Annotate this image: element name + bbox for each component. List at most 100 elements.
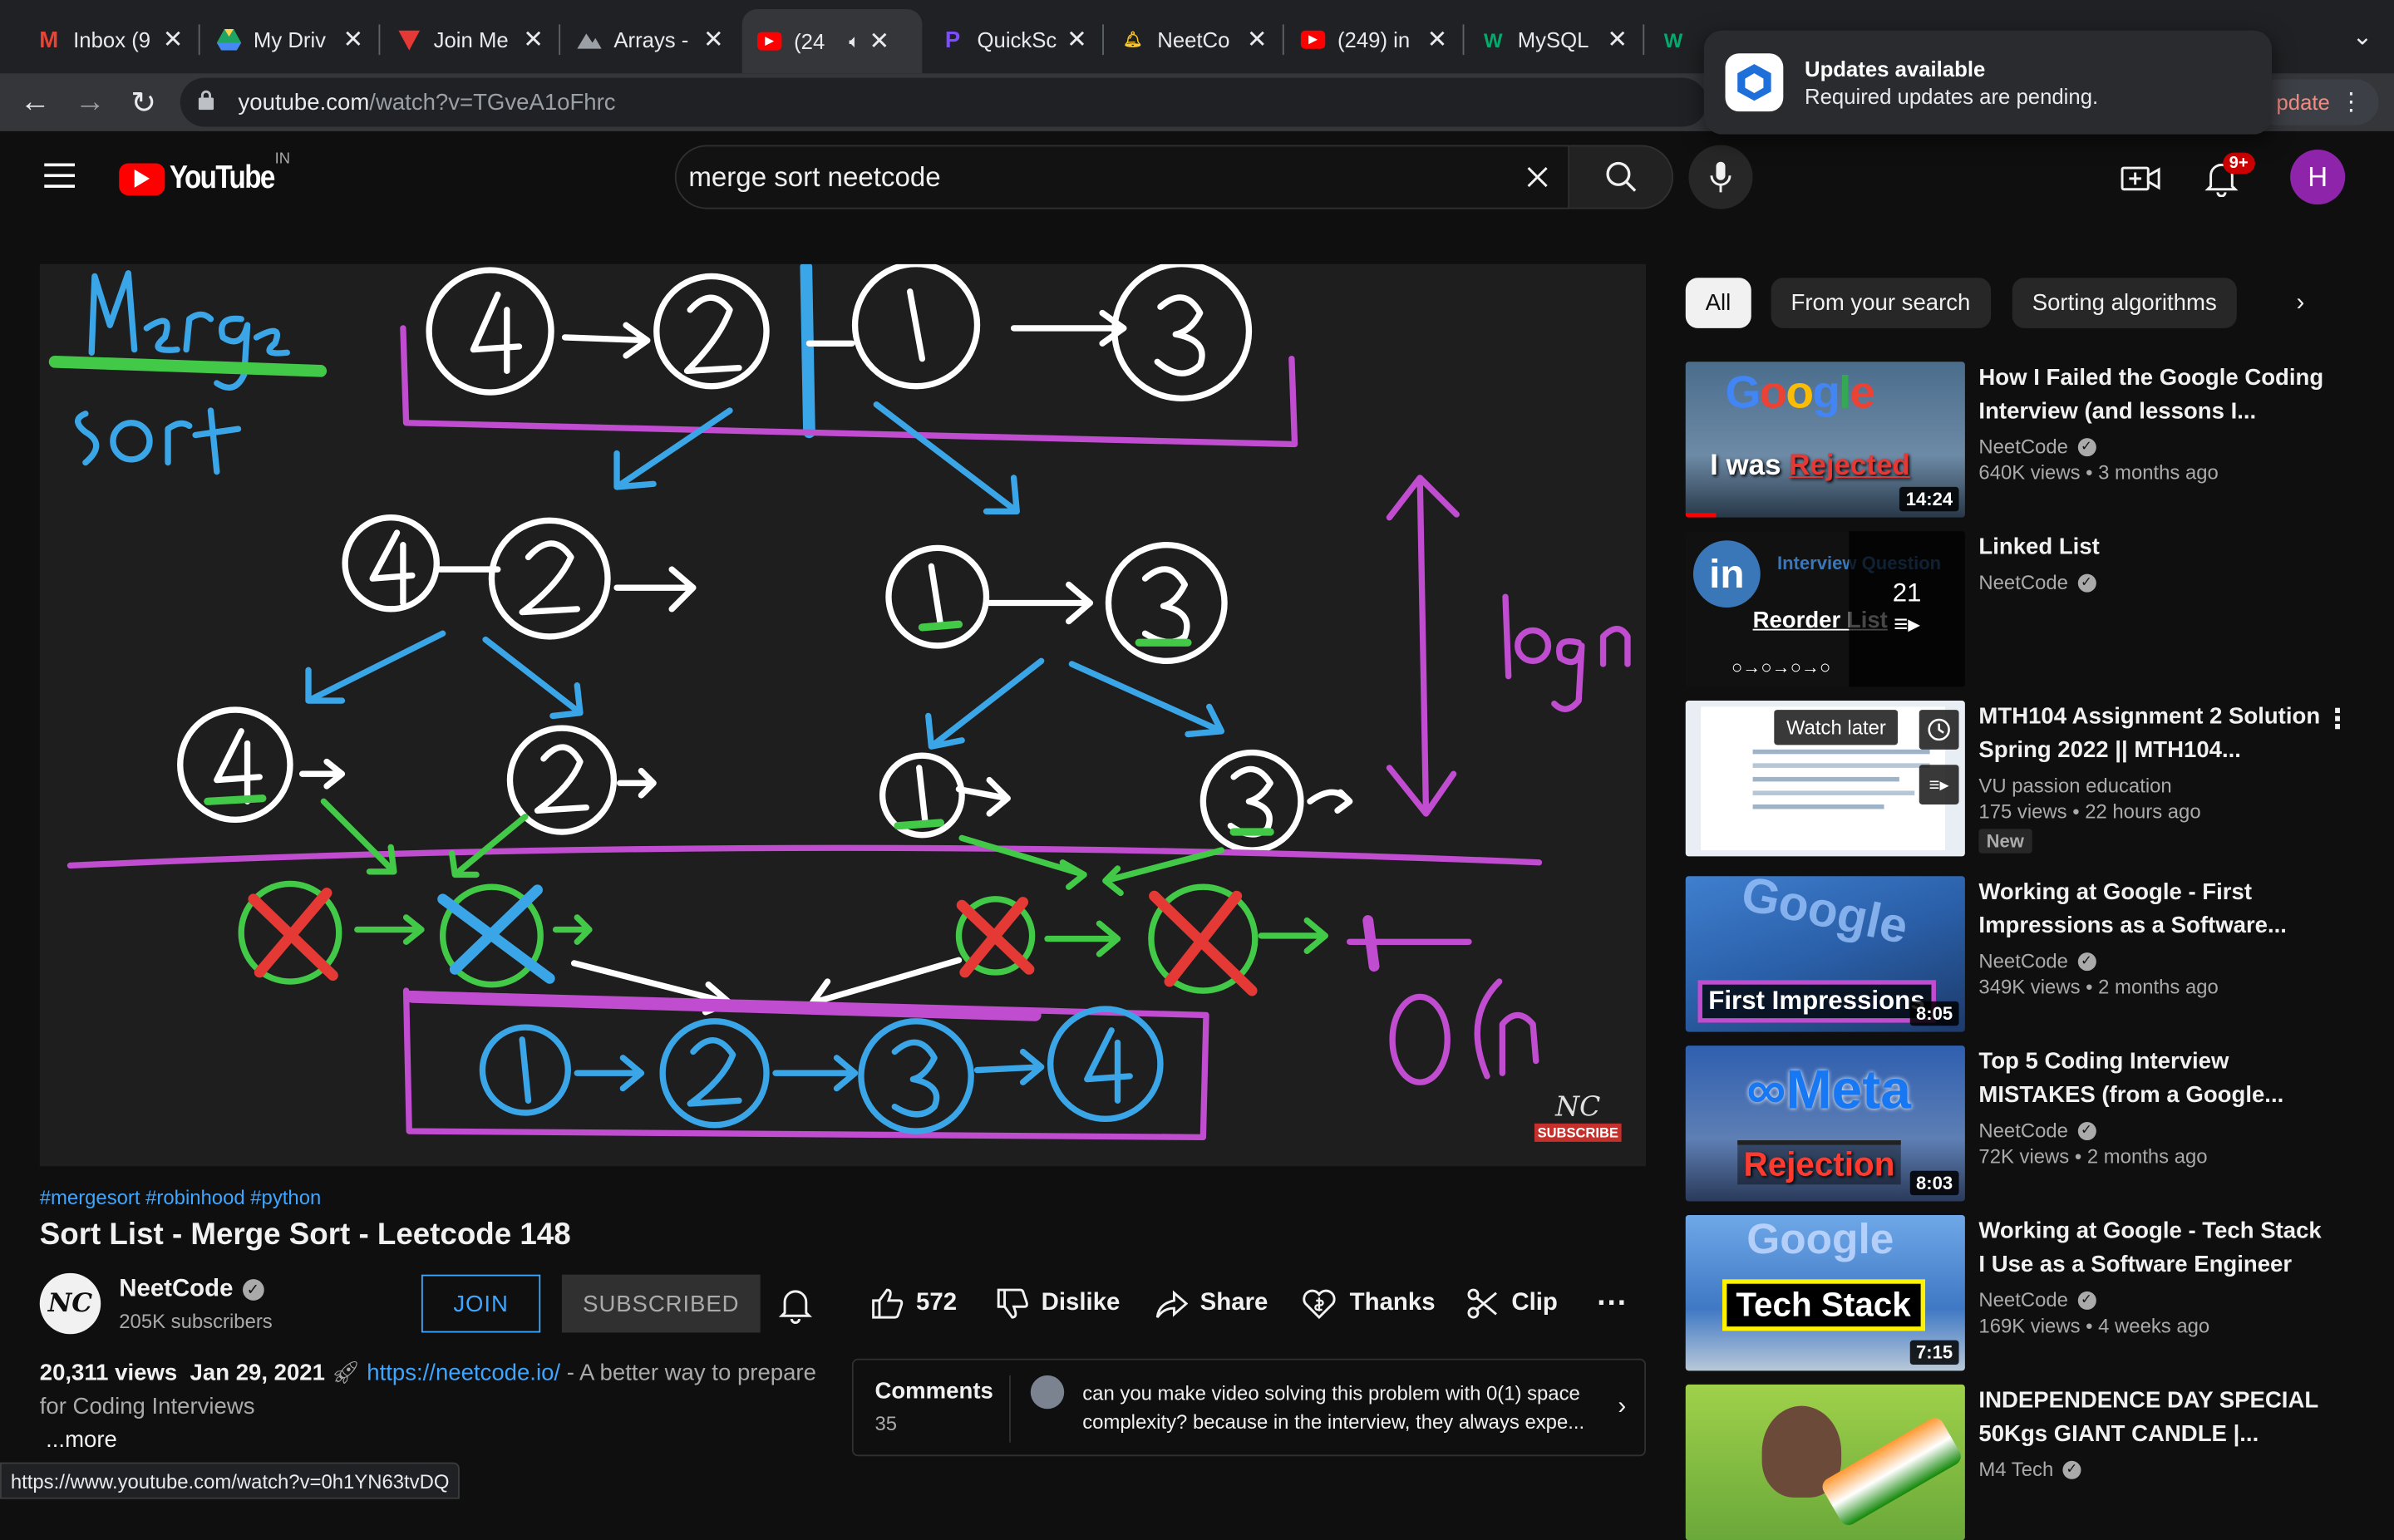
search-button[interactable] [1569, 145, 1674, 209]
close-tab-icon[interactable]: ✕ [1427, 24, 1448, 55]
video-thumbnail[interactable]: Watch later ≡▸ [1685, 701, 1965, 857]
chip-from-your-search[interactable]: From your search [1771, 278, 1991, 328]
browser-tab-gmail[interactable]: M Inbox (9 ✕ [22, 12, 199, 67]
thanks-button[interactable]: Thanks [1301, 1282, 1436, 1325]
verified-check-icon: ✓ [2076, 437, 2096, 456]
rec-meta: 72K views • 2 months ago [1978, 1144, 2208, 1169]
new-badge: New [1978, 829, 2032, 854]
search-input[interactable]: merge sort neetcode [674, 145, 1570, 209]
recommended-video[interactable]: Google Tech Stack 7:15 Working at Google… [1685, 1215, 2357, 1371]
recommended-video[interactable]: INDEPENDENCE DAY SPECIAL 50Kgs GIANT CAN… [1685, 1384, 2357, 1540]
close-tab-icon[interactable]: ✕ [343, 24, 364, 55]
channel-watermark[interactable]: NC SUBSCRIBE [1534, 1091, 1622, 1142]
comments-teaser[interactable]: Comments 35 can you make video solving t… [851, 1358, 1646, 1457]
forward-button[interactable]: → [70, 82, 110, 122]
rec-channel: NeetCode [1978, 570, 2068, 594]
notification-count-badge: 9+ [2223, 152, 2255, 175]
close-tab-icon[interactable]: ✕ [523, 24, 544, 55]
browser-tab-mysql[interactable]: W MySQL ✕ [1465, 12, 1643, 67]
join-button[interactable]: JOIN [421, 1274, 541, 1333]
chip-sorting-algorithms[interactable]: Sorting algorithms [2012, 278, 2237, 328]
browser-tab-quicksort[interactable]: P QuickSc ✕ [925, 12, 1102, 67]
recommended-video[interactable]: Watch later ≡▸ MTH104 Assignment 2 Solut… [1685, 701, 2357, 857]
comment-preview: can you make video solving this problem … [1082, 1381, 1585, 1434]
rec-channel: NeetCode [1978, 949, 2068, 972]
youtube-logo[interactable]: YouTube IN [119, 151, 291, 197]
channel-avatar[interactable]: NC [39, 1272, 101, 1335]
more-actions-icon[interactable]: ··· [1597, 1282, 1628, 1325]
url-text: youtube.com/watch?v=TGveA1oFhrc [238, 89, 616, 116]
menu-icon[interactable] [44, 163, 75, 191]
browser-tab-neetcode[interactable]: 🔔︎ NeetCo ✕ [1106, 12, 1283, 67]
video-description[interactable]: 20,311 views Jan 29, 2021 🚀︎ https://nee… [40, 1357, 834, 1424]
more-options-icon[interactable]: ⋮ [2324, 704, 2352, 736]
gmail-icon: M [39, 27, 59, 53]
show-more-link[interactable]: ...more [46, 1427, 117, 1453]
thumbs-down-icon [997, 1288, 1028, 1319]
browser-tab-youtube-active[interactable]: (24 🔈︎ ✕ [741, 9, 923, 74]
clock-icon[interactable] [1919, 710, 1959, 750]
close-tab-icon[interactable]: ✕ [703, 24, 724, 55]
verified-check-icon: ✓ [2076, 1290, 2096, 1309]
video-thumbnail[interactable]: Google I was Rejected 14:24 [1685, 362, 1965, 518]
video-thumbnail[interactable]: ∞Meta Rejection 8:03 [1685, 1046, 1965, 1202]
mountain-icon [577, 27, 602, 52]
update-button[interactable]: pdate ⋮ [2254, 79, 2379, 125]
close-tab-icon[interactable]: ✕ [1607, 24, 1628, 55]
reload-button[interactable]: ↻ [124, 82, 164, 122]
verified-check-icon: ✓ [2062, 1459, 2081, 1478]
add-to-queue-icon[interactable]: ≡▸ [1919, 765, 1959, 804]
chevron-right-icon[interactable]: › [2296, 290, 2304, 317]
rec-title: Working at Google - Tech Stack I Use as … [1978, 1218, 2322, 1278]
browser-tab-w3-partial[interactable]: W [1646, 12, 1701, 67]
rec-meta: 640K views • 3 months ago [1978, 460, 2219, 485]
create-video-icon[interactable] [2121, 159, 2160, 199]
close-tab-icon[interactable]: ✕ [163, 24, 184, 55]
video-hashtags[interactable]: #mergesort #robinhood #python [40, 1186, 322, 1209]
recommended-playlist[interactable]: in Interview Question Reorder List ○→○→○… [1685, 531, 2357, 687]
like-button[interactable]: 572 [870, 1282, 957, 1325]
recommended-video[interactable]: Google I was Rejected 14:24 How I Failed… [1685, 362, 2357, 518]
channel-name[interactable]: NeetCode ✓ [119, 1277, 264, 1304]
user-avatar[interactable]: H [2290, 150, 2346, 205]
video-player[interactable]: NC SUBSCRIBE [39, 263, 1646, 1167]
clip-button[interactable]: Clip [1465, 1282, 1558, 1325]
speaker-icon[interactable]: 🔈︎ [849, 30, 860, 53]
browser-tab-join[interactable]: Join Me ✕ [382, 12, 559, 67]
close-tab-icon[interactable]: ✕ [869, 26, 889, 57]
flag-icon [397, 27, 421, 52]
browser-tab-youtube-2[interactable]: (249) in ✕ [1286, 12, 1463, 67]
verified-check-icon: ✓ [2076, 952, 2096, 971]
bell-tab-icon: 🔔︎ [1123, 31, 1143, 48]
tab-search-chevron-icon[interactable]: ⌄ [2352, 22, 2373, 52]
heart-dollar-icon [1303, 1289, 1336, 1320]
close-tab-icon[interactable]: ✕ [1066, 24, 1087, 55]
browser-tab-drive[interactable]: My Driv ✕ [201, 12, 378, 67]
video-thumbnail[interactable]: in Interview Question Reorder List ○→○→○… [1685, 531, 1965, 687]
microphone-icon [1710, 161, 1731, 193]
video-thumbnail[interactable]: Google First Impressions 8:05 [1685, 876, 1965, 1032]
dislike-button[interactable]: Dislike [996, 1282, 1120, 1325]
rec-title: How I Failed the Google Coding Interview… [1978, 364, 2324, 425]
recommended-video[interactable]: Google First Impressions 8:05 Working at… [1685, 876, 2357, 1032]
chip-all[interactable]: All [1685, 278, 1751, 328]
browser-tab-arrays[interactable]: Arrays - ✕ [562, 12, 739, 67]
subscription-bell-icon[interactable] [778, 1286, 819, 1326]
thumbs-up-icon [872, 1288, 904, 1319]
menu-dots-icon[interactable]: ⋮ [2339, 87, 2363, 118]
video-thumbnail[interactable] [1685, 1384, 1965, 1540]
updates-notification[interactable]: Updates available Required updates are p… [1703, 30, 2273, 135]
recommended-video[interactable]: ∞Meta Rejection 8:03 Top 5 Coding Interv… [1685, 1046, 2357, 1202]
voice-search-button[interactable] [1688, 145, 1753, 209]
youtube-play-icon [119, 162, 165, 195]
clear-search-icon[interactable] [1507, 165, 1568, 189]
close-tab-icon[interactable]: ✕ [1247, 24, 1268, 55]
linkedin-icon: in [1692, 540, 1761, 608]
back-button[interactable]: ← [15, 82, 55, 122]
share-button[interactable]: Share [1155, 1282, 1268, 1325]
video-thumbnail[interactable]: Google Tech Stack 7:15 [1685, 1215, 1965, 1371]
chevron-right-icon: › [1618, 1393, 1627, 1420]
description-link[interactable]: https://neetcode.io/ [367, 1360, 560, 1386]
address-bar[interactable]: youtube.com/watch?v=TGveA1oFhrc [180, 77, 1707, 127]
subscribed-button[interactable]: SUBSCRIBED [561, 1274, 761, 1333]
